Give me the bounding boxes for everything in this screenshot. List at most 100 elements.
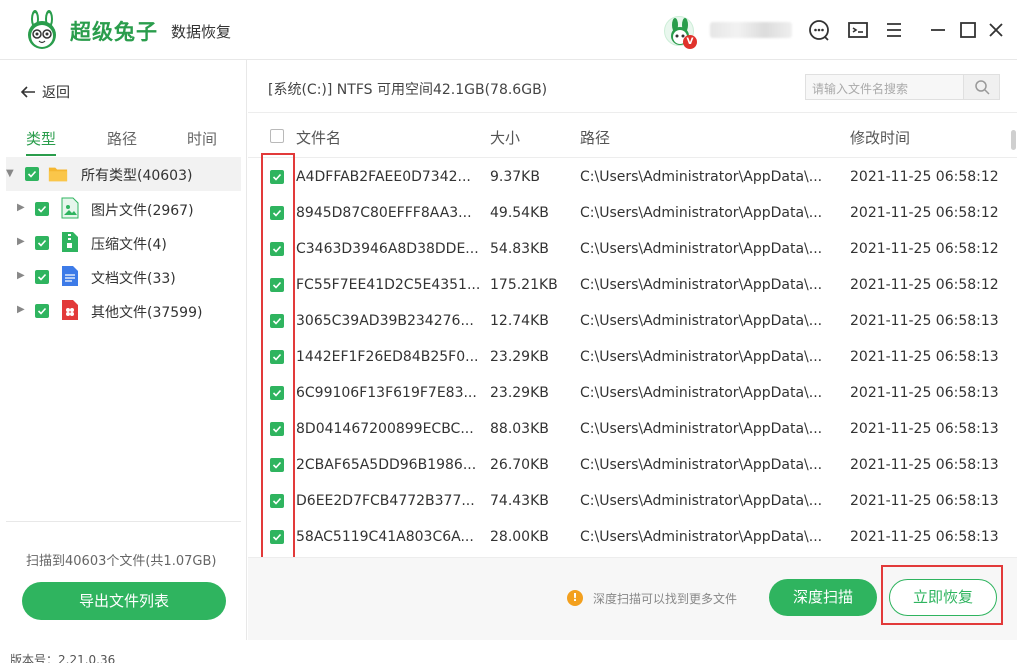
file-path-cell: C:\Users\Administrator\AppData\... xyxy=(580,421,823,437)
table-row[interactable]: 8945D87C80EFFF8AA3... 49.54KB C:\Users\Adm… xyxy=(248,195,1008,231)
tree-item-label: 其他文件(37599) xyxy=(91,305,203,321)
modified-time-cell: 2021-11-25 06:58:13 xyxy=(850,421,999,437)
table-row[interactable]: FC55F7EE41D2C5E4351... 175.21KB C:\Users\A… xyxy=(248,267,1008,303)
search-button[interactable] xyxy=(963,75,999,99)
table-row[interactable]: 6C99106F13F619F7E83... 23.29KB C:\Users\Ad… xyxy=(248,375,1008,411)
tab-time[interactable]: 时间 xyxy=(187,128,217,149)
collapsed-arrow-icon[interactable]: ▶ xyxy=(17,270,25,281)
file-name-cell: 58AC5119C41A803C6A... xyxy=(296,529,474,545)
file-size-cell: 12.74KB xyxy=(490,313,549,329)
search-box: 请输入文件名搜索 xyxy=(805,74,1000,100)
expanded-arrow-icon[interactable]: ▼ xyxy=(6,168,14,179)
tree-item-label: 文档文件(33) xyxy=(91,271,176,287)
file-name-cell: C3463D3946A8D38DDE... xyxy=(296,241,479,257)
tab-type[interactable]: 类型 xyxy=(26,128,56,149)
vip-badge: V xyxy=(683,35,697,49)
deep-scan-button[interactable]: 深度扫描 xyxy=(769,579,877,616)
file-path-cell: C:\Users\Administrator\AppData\... xyxy=(580,313,823,329)
title-bar: 超级兔子 数据恢复 V xyxy=(0,0,1017,60)
user-avatar[interactable]: V xyxy=(664,16,697,49)
modified-time-cell: 2021-11-25 06:58:12 xyxy=(850,169,999,185)
file-size-cell: 54.83KB xyxy=(490,241,549,257)
modified-time-cell: 2021-11-25 06:58:13 xyxy=(850,529,999,545)
file-name-cell: 6C99106F13F619F7E83... xyxy=(296,385,477,401)
zip-file-icon xyxy=(62,232,78,252)
file-path-cell: C:\Users\Administrator\AppData\... xyxy=(580,529,823,545)
tree-item-archives[interactable]: ▶ 压缩文件(4) xyxy=(0,226,247,260)
file-path-cell: C:\Users\Administrator\AppData\... xyxy=(580,385,823,401)
file-path-cell: C:\Users\Administrator\AppData\... xyxy=(580,349,823,365)
table-row[interactable]: D6EE2D7FCB4772B377... 74.43KB C:\Users\Adm… xyxy=(248,483,1008,519)
table-row[interactable]: 58AC5119C41A803C6A... 28.00KB C:\Users\Adm… xyxy=(248,519,1008,555)
minimize-icon[interactable] xyxy=(926,18,950,42)
file-path-cell: C:\Users\Administrator\AppData\... xyxy=(580,169,823,185)
table-header: 文件名 大小 路径 修改时间 xyxy=(248,114,1017,158)
modified-time-cell: 2021-11-25 06:58:13 xyxy=(850,313,999,329)
file-name-cell: 1442EF1F26ED84B25F0... xyxy=(296,349,479,365)
scrollbar[interactable] xyxy=(1011,130,1016,150)
file-name-cell: A4DFFAB2FAEE0D7342... xyxy=(296,169,471,185)
image-file-icon xyxy=(61,197,79,219)
checkbox-checked[interactable] xyxy=(35,270,49,284)
checkbox-checked[interactable] xyxy=(35,236,49,250)
checkbox-checked[interactable] xyxy=(35,304,49,318)
file-size-cell: 88.03KB xyxy=(490,421,549,437)
column-header-path[interactable]: 路径 xyxy=(580,127,610,148)
tree-item-images[interactable]: ▶ 图片文件(2967) xyxy=(0,192,247,226)
tab-path[interactable]: 路径 xyxy=(107,128,137,149)
checkbox-checked[interactable] xyxy=(25,167,39,181)
version-label: 版本号：2.21.0.36 xyxy=(10,653,116,663)
tree-item-documents[interactable]: ▶ 文档文件(33) xyxy=(0,260,247,294)
sidebar-divider xyxy=(6,521,241,522)
tree-item-label: 所有类型(40603) xyxy=(81,168,193,184)
file-path-cell: C:\Users\Administrator\AppData\... xyxy=(580,457,823,473)
username-blurred xyxy=(710,22,792,38)
file-name-cell: FC55F7EE41D2C5E4351... xyxy=(296,277,481,293)
collapsed-arrow-icon[interactable]: ▶ xyxy=(17,236,25,247)
divider xyxy=(248,112,1017,113)
table-row[interactable]: 3065C39AD39B234276... 12.74KB C:\Users\Adm… xyxy=(248,303,1008,339)
select-all-checkbox[interactable] xyxy=(270,129,284,143)
deep-scan-tip: 深度扫描可以找到更多文件 xyxy=(593,592,738,606)
brand-name: 超级兔子 xyxy=(70,20,158,44)
file-name-cell: 3065C39AD39B234276... xyxy=(296,313,474,329)
table-row[interactable]: 8D041467200899ECBC... 88.03KB C:\Users\Adm… xyxy=(248,411,1008,447)
file-size-cell: 74.43KB xyxy=(490,493,549,509)
support-chat-icon[interactable] xyxy=(807,18,831,42)
file-size-cell: 23.29KB xyxy=(490,349,549,365)
file-path-cell: C:\Users\Administrator\AppData\... xyxy=(580,493,823,509)
tree-item-other[interactable]: ▶ 其他文件(37599) xyxy=(0,294,247,328)
modified-time-cell: 2021-11-25 06:58:13 xyxy=(850,493,999,509)
search-input[interactable]: 请输入文件名搜索 xyxy=(812,80,908,97)
file-path-cell: C:\Users\Administrator\AppData\... xyxy=(580,205,823,221)
collapsed-arrow-icon[interactable]: ▶ xyxy=(17,304,25,315)
checkbox-checked[interactable] xyxy=(35,202,49,216)
column-header-size[interactable]: 大小 xyxy=(490,127,520,148)
column-header-time[interactable]: 修改时间 xyxy=(850,127,910,148)
collapsed-arrow-icon[interactable]: ▶ xyxy=(17,202,25,213)
close-icon[interactable] xyxy=(984,18,1008,42)
table-row[interactable]: 2CBAF65A5DD96B1986... 26.70KB C:\Users\Adm… xyxy=(248,447,1008,483)
feedback-icon[interactable] xyxy=(846,18,870,42)
file-name-cell: 8D041467200899ECBC... xyxy=(296,421,474,437)
table-row[interactable]: A4DFFAB2FAEE0D7342... 9.37KB C:\Users\Admi… xyxy=(248,159,1008,195)
column-header-name[interactable]: 文件名 xyxy=(296,127,341,148)
table-row[interactable]: 1442EF1F26ED84B25F0... 23.29KB C:\Users\Ad… xyxy=(248,339,1008,375)
export-file-list-button[interactable]: 导出文件列表 xyxy=(22,582,226,620)
menu-icon[interactable] xyxy=(882,18,906,42)
tree-item-all-types[interactable]: ▼ 所有类型(40603) xyxy=(6,157,241,191)
tree-item-label: 图片文件(2967) xyxy=(91,203,194,219)
modified-time-cell: 2021-11-25 06:58:12 xyxy=(850,277,999,293)
brand-subtitle: 数据恢复 xyxy=(171,23,232,41)
file-size-cell: 26.70KB xyxy=(490,457,549,473)
maximize-icon[interactable] xyxy=(956,18,980,42)
file-name-cell: D6EE2D7FCB4772B377... xyxy=(296,493,475,509)
other-file-icon xyxy=(62,300,78,320)
sidebar: 返回 类型 路径 时间 ▼ 所有类型(40603) ▶ 图片文件(2967) ▶… xyxy=(0,60,247,640)
back-label: 返回 xyxy=(42,85,70,101)
rabbit-logo-icon xyxy=(28,10,56,49)
back-button[interactable]: 返回 xyxy=(20,82,70,102)
file-size-cell: 9.37KB xyxy=(490,169,540,185)
table-row[interactable]: C3463D3946A8D38DDE... 54.83KB C:\Users\Adm… xyxy=(248,231,1008,267)
modified-time-cell: 2021-11-25 06:58:12 xyxy=(850,205,999,221)
